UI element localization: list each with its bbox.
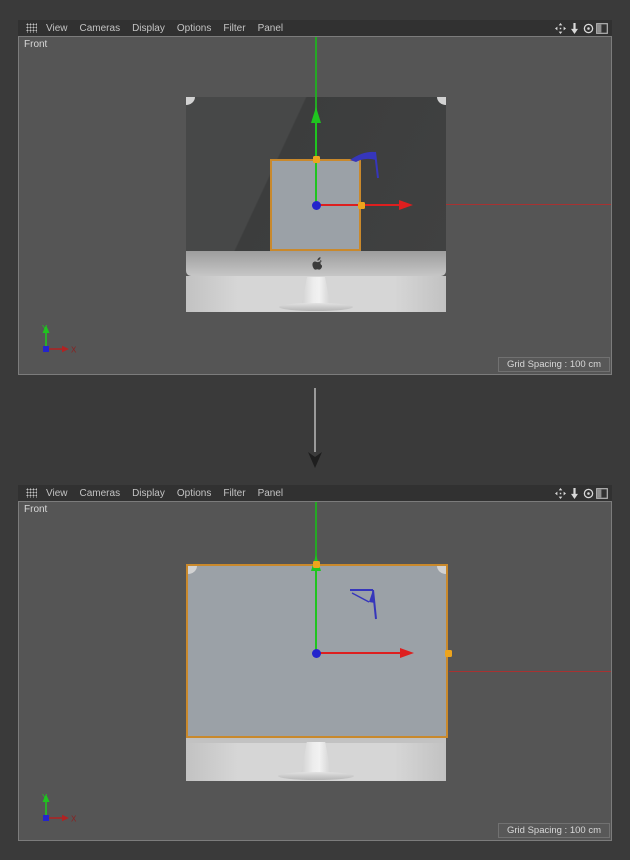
world-y-axis-line <box>315 37 317 113</box>
screen-corner-right <box>437 566 446 574</box>
menu-display[interactable]: Display <box>132 23 165 34</box>
view-label: Front <box>24 504 48 515</box>
gizmo-x-arrowhead[interactable] <box>400 648 414 658</box>
svg-text:X: X <box>71 815 77 824</box>
viewport-front-after[interactable]: Front Y X Grid Spacing: 100 cm <box>18 501 612 841</box>
menu-panel[interactable]: Panel <box>258 488 284 499</box>
rotate-icon[interactable] <box>582 487 594 499</box>
imac-chin <box>186 251 446 276</box>
pan-icon[interactable] <box>554 22 566 34</box>
svg-text:Y: Y <box>42 324 48 333</box>
world-x-axis-line <box>446 204 611 205</box>
viewport-menubar: View Cameras Display Options Filter Pane… <box>18 20 612 36</box>
pan-icon[interactable] <box>554 487 566 499</box>
grid-spacing-badge: Grid Spacing : 100 cm <box>498 823 610 838</box>
view-label: Front <box>24 39 48 50</box>
menu-view[interactable]: View <box>46 23 68 34</box>
menu-options[interactable]: Options <box>177 23 211 34</box>
screen-corner-left <box>188 566 197 574</box>
scale-handle-x[interactable] <box>357 201 365 209</box>
scale-handle-y[interactable] <box>312 155 320 163</box>
grid-spacing-badge: Grid Spacing : 100 cm <box>498 357 610 372</box>
gizmo-z-axis-icon[interactable] <box>349 587 383 623</box>
viewport-front-before[interactable]: Front Y X Grid Spacing: 100 cm <box>18 36 612 375</box>
layout-toggle-icon[interactable] <box>596 487 608 499</box>
svg-text:X: X <box>71 346 77 355</box>
world-y-axis-line <box>315 502 317 559</box>
menu-display[interactable]: Display <box>132 488 165 499</box>
menu-cameras[interactable]: Cameras <box>80 23 121 34</box>
world-x-axis-line <box>449 671 611 672</box>
imac-stand-base <box>279 303 353 311</box>
scale-handle-y[interactable] <box>312 560 320 568</box>
viewport-panel-after: View Cameras Display Options Filter Pane… <box>18 485 612 841</box>
viewport-panel-before: View Cameras Display Options Filter Pane… <box>18 20 612 375</box>
menu-filter[interactable]: Filter <box>223 23 245 34</box>
dolly-icon[interactable] <box>568 22 580 34</box>
apple-logo-icon <box>311 257 322 270</box>
viewport-menubar: View Cameras Display Options Filter Pane… <box>18 485 612 501</box>
gizmo-y-axis[interactable] <box>315 121 317 205</box>
dolly-icon[interactable] <box>568 487 580 499</box>
gizmo-y-arrowhead[interactable] <box>311 107 321 123</box>
grid-dots-icon[interactable] <box>26 23 37 33</box>
layout-toggle-icon[interactable] <box>596 22 608 34</box>
gizmo-x-arrowhead[interactable] <box>399 200 413 210</box>
gizmo-origin-dot[interactable] <box>311 648 321 658</box>
rotate-icon[interactable] <box>582 22 594 34</box>
menu-filter[interactable]: Filter <box>223 488 245 499</box>
menu-panel[interactable]: Panel <box>258 23 284 34</box>
scale-handle-x[interactable] <box>444 649 452 657</box>
gizmo-x-axis[interactable] <box>316 652 402 654</box>
grid-dots-icon[interactable] <box>26 488 37 498</box>
axis-orientation-widget: Y X <box>42 324 77 355</box>
menu-options[interactable]: Options <box>177 488 211 499</box>
axis-orientation-widget: Y X <box>42 793 77 824</box>
down-arrow <box>306 388 324 470</box>
menu-view[interactable]: View <box>46 488 68 499</box>
menu-cameras[interactable]: Cameras <box>80 488 121 499</box>
gizmo-y-axis[interactable] <box>315 569 317 653</box>
gizmo-origin-dot[interactable] <box>311 200 321 210</box>
gizmo-z-axis-icon[interactable] <box>349 147 381 183</box>
imac-stand-base <box>278 772 354 780</box>
svg-text:Y: Y <box>42 793 48 802</box>
